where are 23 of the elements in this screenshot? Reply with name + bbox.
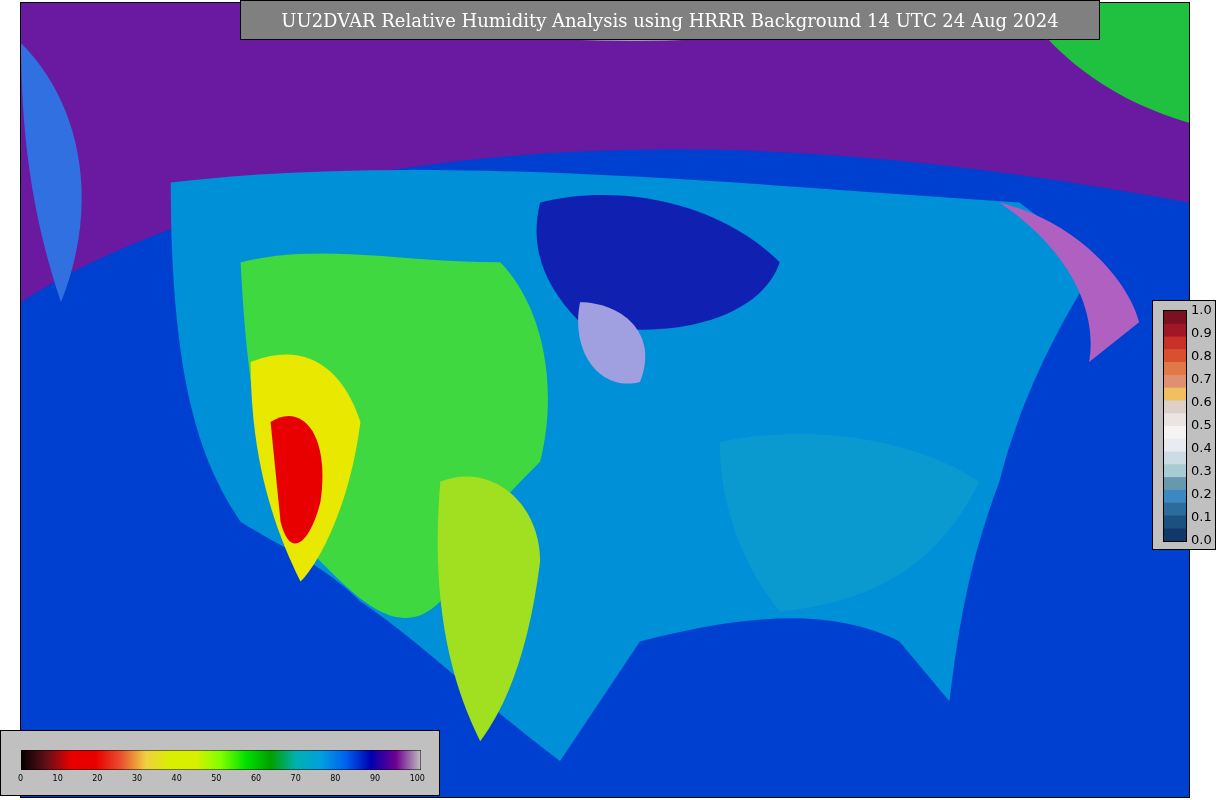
map-title: UU2DVAR Relative Humidity Analysis using HRRR Background 14 UTC 24 Aug 2024 — [240, 0, 1100, 40]
scale-label: 0.4 — [1191, 440, 1212, 456]
scale-label: 50 — [211, 774, 222, 783]
scale-label: 0.0 — [1191, 532, 1212, 548]
scale-label: 0.1 — [1191, 509, 1212, 525]
scale-label: 0.2 — [1191, 486, 1212, 502]
scale-label: 0.6 — [1191, 394, 1212, 410]
scale-label: 40 — [171, 774, 182, 783]
scale-label: 100 — [409, 774, 425, 783]
scale-label: 20 — [92, 774, 103, 783]
scale-label: 10 — [52, 774, 63, 783]
scale-label: 90 — [369, 774, 381, 783]
scale-label: 0.8 — [1191, 348, 1212, 364]
scale-label: 0 — [18, 774, 24, 783]
scale-label: 60 — [250, 774, 262, 783]
scale-label: 1.0 — [1191, 302, 1212, 318]
scale-label: 0.7 — [1191, 371, 1212, 387]
scale-label: 0.9 — [1191, 325, 1212, 341]
scale-label: 0.3 — [1191, 463, 1212, 479]
scale-label: 70 — [290, 774, 301, 783]
scale-label: 80 — [330, 774, 341, 783]
scale-label: 0.5 — [1191, 417, 1212, 433]
scale-label: 30 — [131, 774, 143, 783]
